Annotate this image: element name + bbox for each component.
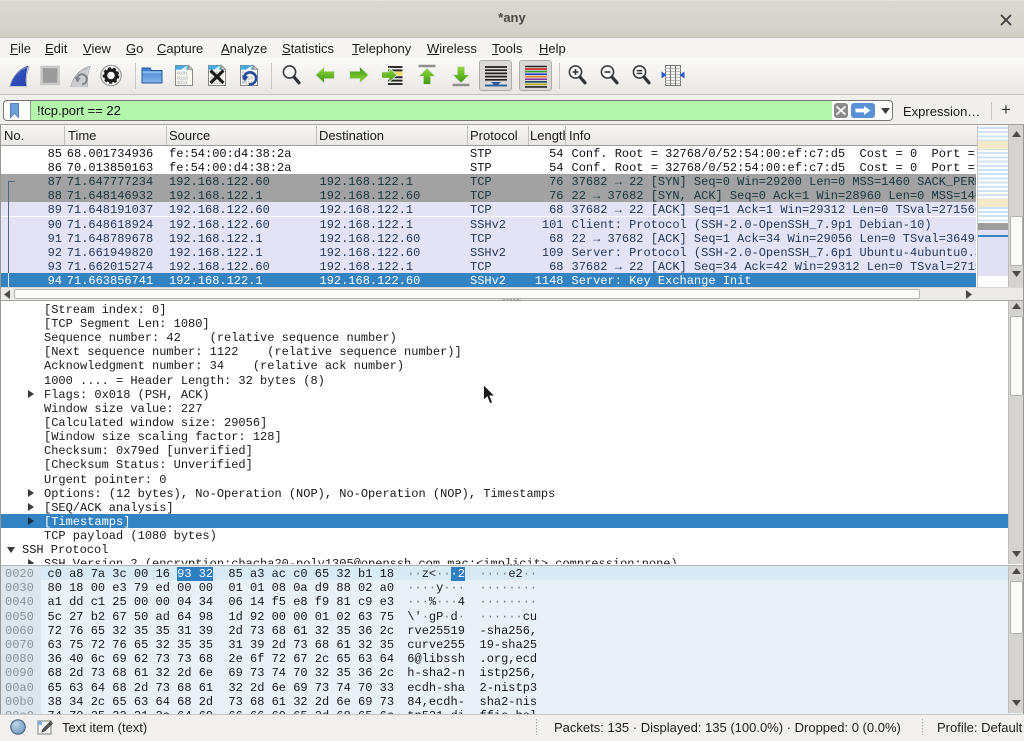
svg-text:0111: 0111 <box>177 80 188 86</box>
